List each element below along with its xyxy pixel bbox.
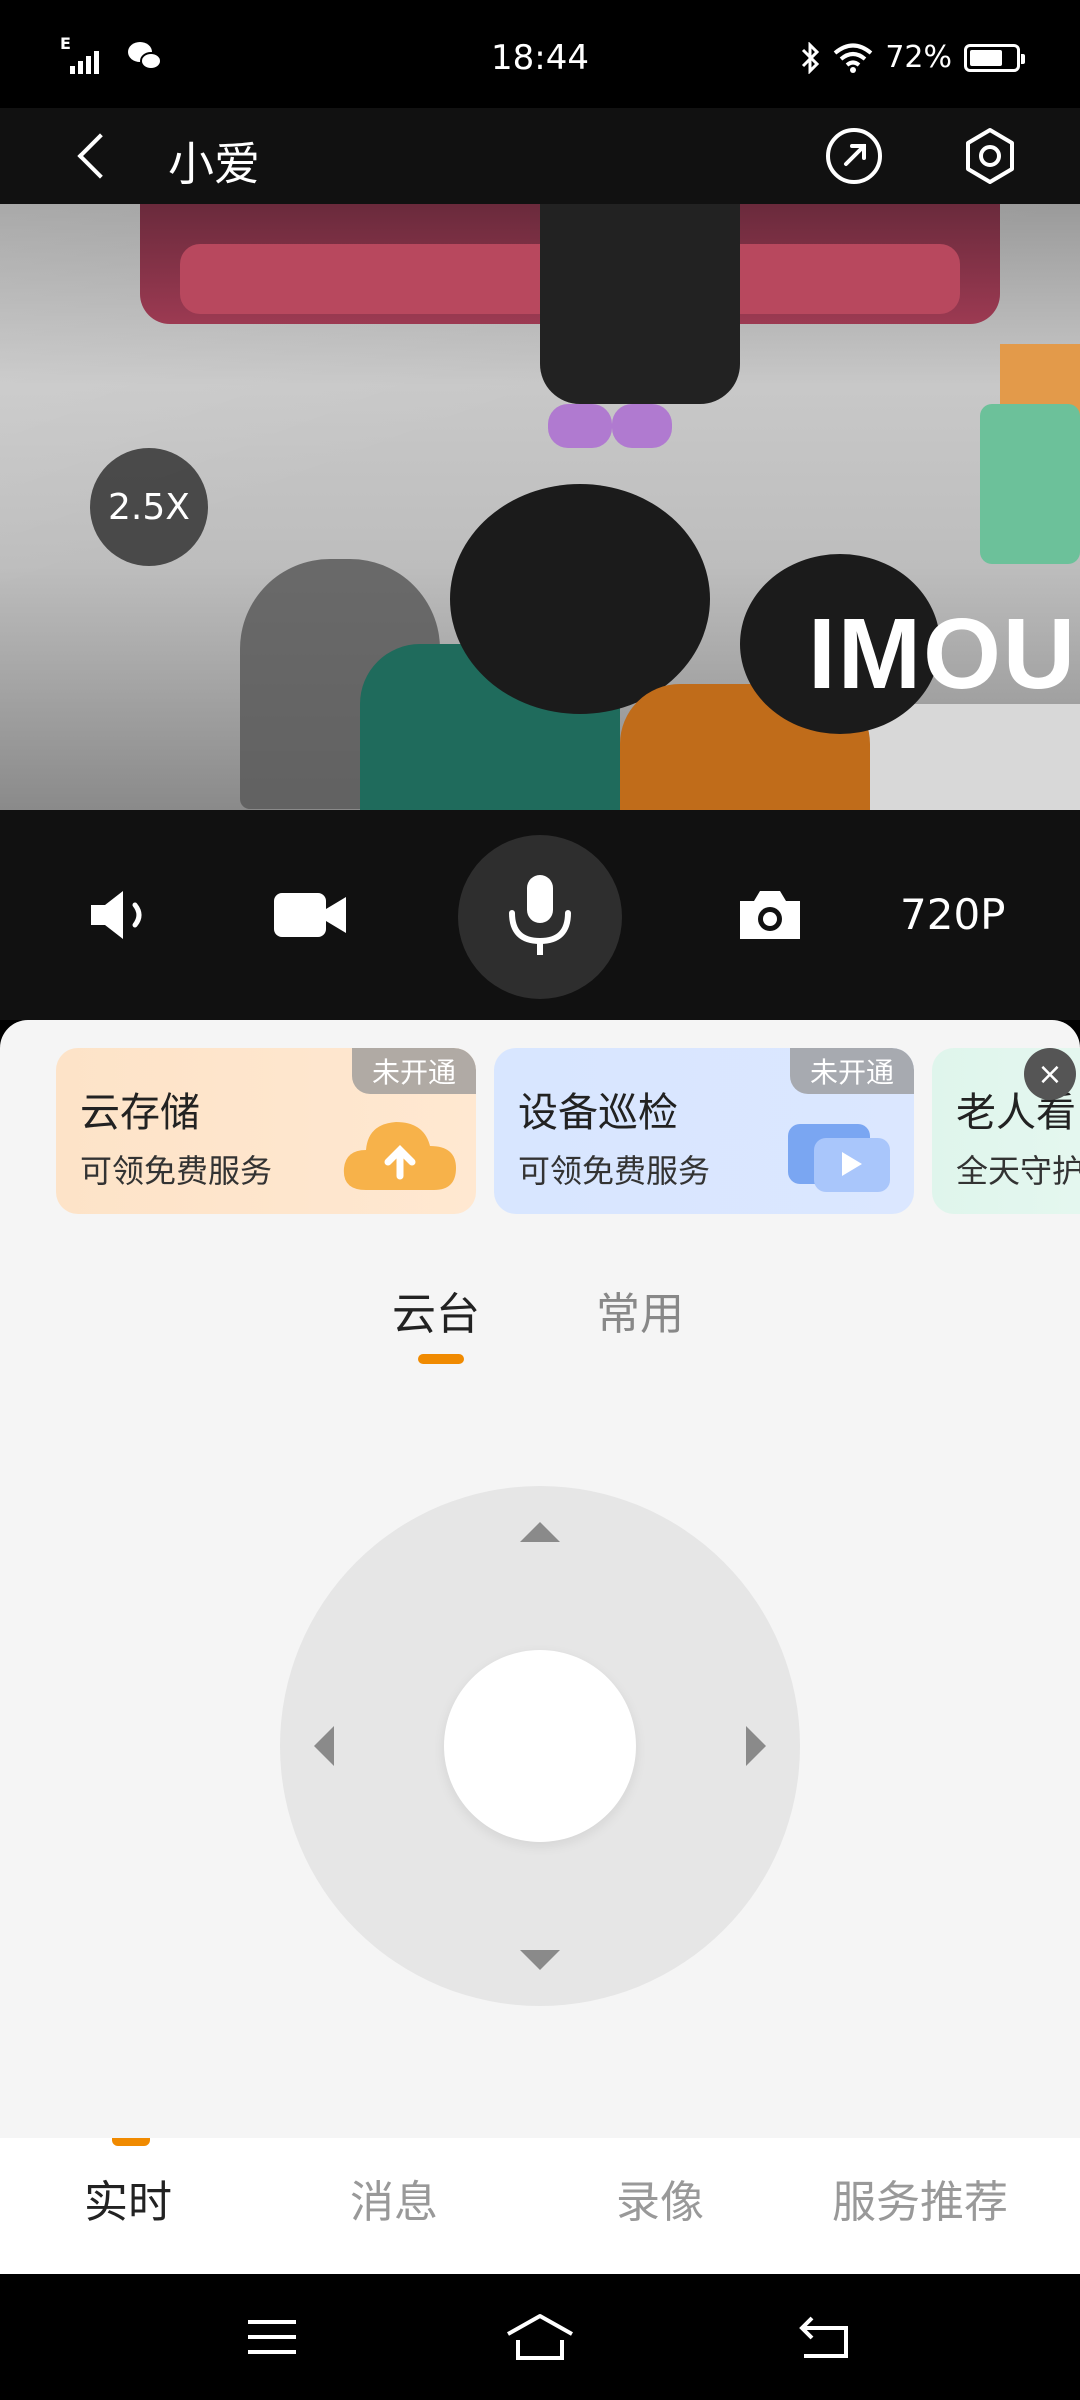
card-subtitle: 可领免费服务 bbox=[80, 1152, 273, 1190]
cloud-storage-card[interactable]: 云存储 可领免费服务 未开通 bbox=[56, 1048, 476, 1214]
nav-service-recommend[interactable]: 服务推荐 bbox=[832, 2166, 1008, 2230]
battery-percent: 72% bbox=[885, 40, 952, 75]
speaker-icon bbox=[91, 891, 142, 939]
status-badge: 未开通 bbox=[351, 1048, 476, 1094]
nav-active-indicator bbox=[112, 2138, 150, 2146]
menu-button[interactable] bbox=[242, 2310, 302, 2364]
home-icon bbox=[507, 2314, 573, 2360]
page-title: 小爱 bbox=[168, 137, 260, 191]
settings-button[interactable] bbox=[960, 126, 1020, 186]
service-cards: 云存储 可领免费服务 未开通 设备巡检 可领免费服务 未开通 老人看 全天守护 bbox=[56, 1048, 1080, 1214]
close-card-button[interactable]: × bbox=[1024, 1048, 1076, 1100]
arrow-right-icon[interactable] bbox=[746, 1726, 766, 1766]
panel-tabs: 云台 常用 bbox=[0, 1278, 1080, 1358]
card-title: 云存储 bbox=[80, 1090, 200, 1136]
share-button[interactable] bbox=[826, 128, 882, 184]
share-icon bbox=[844, 144, 866, 166]
device-patrol-card[interactable]: 设备巡检 可领免费服务 未开通 bbox=[494, 1048, 914, 1214]
microphone-icon bbox=[509, 875, 571, 955]
resolution-toggle[interactable]: 720P bbox=[900, 890, 1006, 939]
control-panel: 云存储 可领免费服务 未开通 设备巡检 可领免费服务 未开通 老人看 全天守护 … bbox=[0, 1020, 1080, 2138]
tab-ptz[interactable]: 云台 bbox=[392, 1278, 480, 1342]
tab-active-indicator bbox=[418, 1354, 464, 1364]
card-title: 设备巡检 bbox=[518, 1090, 678, 1136]
zoom-level-badge[interactable]: 2.5X bbox=[90, 448, 208, 566]
live-video-feed[interactable]: IMOU 2.5X bbox=[0, 204, 1080, 810]
bluetooth-icon bbox=[802, 41, 820, 74]
arrow-up-icon[interactable] bbox=[520, 1522, 560, 1542]
video-camera-icon bbox=[274, 893, 346, 937]
snapshot-button[interactable] bbox=[730, 810, 810, 1020]
system-navigation-bar bbox=[0, 2274, 1080, 2400]
video-chat-icon bbox=[788, 1124, 890, 1192]
nav-recordings[interactable]: 录像 bbox=[616, 2166, 704, 2230]
video-controls-bar: 720P bbox=[0, 810, 1080, 1020]
settings-hex-icon bbox=[966, 128, 1014, 184]
ptz-center-knob[interactable] bbox=[444, 1650, 636, 1842]
imou-watermark-logo: IMOU bbox=[808, 598, 1078, 710]
back-icon bbox=[799, 2316, 848, 2358]
home-button[interactable] bbox=[504, 2310, 576, 2364]
talk-button[interactable] bbox=[458, 835, 622, 999]
top-header: 小爱 bbox=[0, 108, 1080, 204]
bottom-nav: 实时 消息 录像 服务推荐 bbox=[0, 2138, 1080, 2274]
ptz-joystick[interactable] bbox=[280, 1486, 800, 2006]
battery-icon bbox=[964, 43, 1025, 72]
record-button[interactable] bbox=[260, 810, 360, 1020]
arrow-left-icon[interactable] bbox=[314, 1726, 334, 1766]
status-badge: 未开通 bbox=[789, 1048, 914, 1094]
wifi-icon bbox=[834, 43, 873, 73]
card-subtitle: 可领免费服务 bbox=[518, 1152, 711, 1190]
status-right: 72% bbox=[799, 40, 1025, 75]
nav-messages[interactable]: 消息 bbox=[350, 2166, 438, 2230]
nav-live[interactable]: 实时 bbox=[84, 2166, 172, 2230]
status-bar: E 18:44 72% bbox=[0, 0, 1080, 108]
card-subtitle: 全天守护 bbox=[956, 1152, 1080, 1190]
menu-icon bbox=[248, 2320, 296, 2354]
cloud-upload-icon bbox=[343, 1122, 456, 1190]
arrow-down-icon[interactable] bbox=[520, 1950, 560, 1970]
tab-common[interactable]: 常用 bbox=[596, 1278, 684, 1342]
speaker-button[interactable] bbox=[70, 810, 180, 1020]
back-button[interactable] bbox=[70, 130, 120, 182]
back-system-button[interactable] bbox=[794, 2310, 854, 2364]
camera-icon bbox=[740, 891, 800, 939]
